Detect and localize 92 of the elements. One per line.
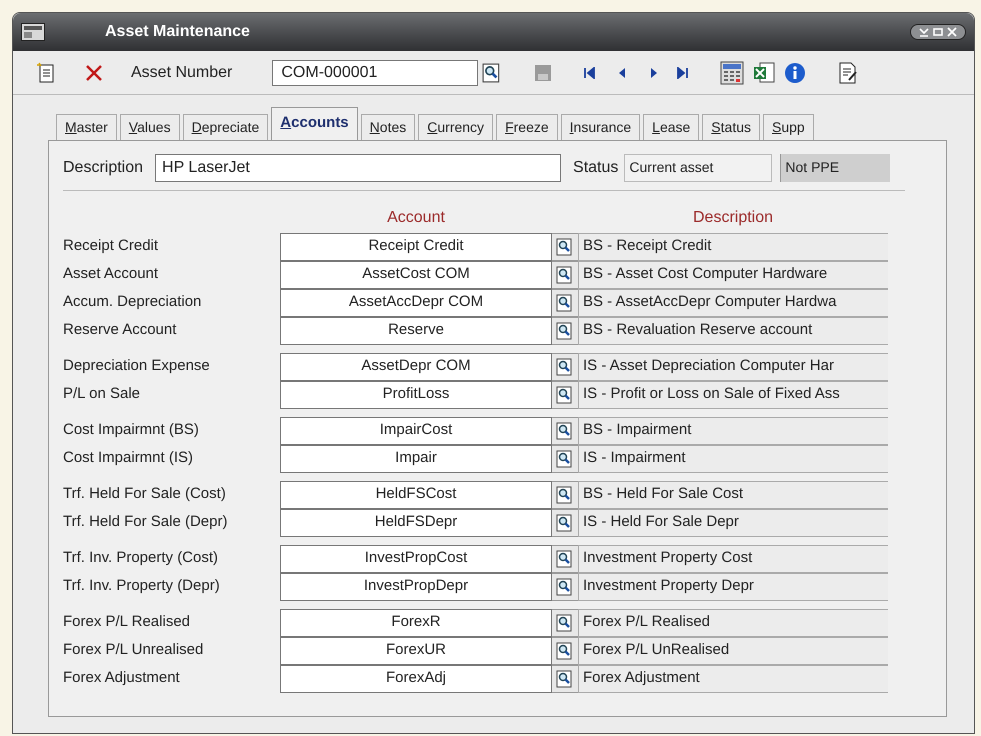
lookup-icon[interactable] [556, 550, 574, 568]
account-field[interactable]: AssetDepr COM [280, 352, 552, 380]
column-header: Description [692, 208, 774, 228]
description-field: BS - Asset Cost Computer Hardware [578, 260, 888, 288]
field-label: Forex Adjustment [63, 668, 181, 688]
lookup-icon[interactable] [556, 670, 574, 688]
tab[interactable]: Depreciate [182, 114, 268, 140]
lookup-icon[interactable] [556, 386, 574, 404]
window-icon[interactable] [21, 23, 45, 41]
close-icon[interactable] [947, 27, 957, 37]
account-field[interactable]: ProfitLoss [280, 380, 552, 408]
restore-icon[interactable] [933, 27, 943, 37]
tab[interactable]: Supp [763, 114, 814, 140]
tab[interactable]: Status [702, 114, 760, 140]
description-field[interactable]: HP LaserJet [155, 154, 562, 182]
field-label: Trf. Held For Sale (Depr) [63, 512, 228, 532]
lookup-icon[interactable] [556, 450, 574, 468]
account-field[interactable]: AssetAccDepr COM [280, 288, 552, 316]
lookup-icon[interactable] [556, 422, 574, 440]
info-icon[interactable] [784, 62, 806, 84]
field-label: Trf. Inv. Property (Depr) [63, 576, 221, 596]
last-record-icon[interactable] [676, 66, 688, 78]
lookup-icon[interactable] [556, 322, 574, 340]
account-field[interactable]: ForexR [280, 608, 552, 636]
asset-number-field[interactable]: COM-000001 [272, 60, 478, 86]
delete-icon[interactable] [85, 64, 103, 82]
account-field[interactable]: HeldFSCost [280, 480, 552, 508]
tab[interactable]: Lease [643, 114, 700, 140]
description-field: Investment Property Cost [578, 544, 888, 572]
description-field: IS - Held For Sale Depr [578, 508, 888, 536]
minimize-icon[interactable] [919, 27, 929, 37]
field-label: Accum. Depreciation [63, 292, 202, 312]
field-label: Reserve Account [63, 320, 178, 340]
first-record-icon[interactable] [584, 66, 596, 78]
account-field[interactable]: ForexAdj [280, 664, 552, 692]
description-field: BS - Held For Sale Cost [578, 480, 888, 508]
account-field[interactable]: InvestPropDepr [280, 572, 552, 600]
account-field[interactable]: ForexUR [280, 636, 552, 664]
notes-icon[interactable] [838, 62, 858, 84]
tab[interactable]: Values [120, 114, 180, 140]
field-label: Trf. Held For Sale (Cost) [63, 484, 227, 504]
lookup-icon[interactable] [556, 266, 574, 284]
account-field[interactable]: AssetCost COM [280, 260, 552, 288]
account-field[interactable]: InvestPropCost [280, 544, 552, 572]
description-field: Forex Adjustment [578, 664, 888, 692]
window-title: Asset Maintenance [105, 22, 250, 42]
account-field[interactable]: HeldFSDepr [280, 508, 552, 536]
lookup-icon[interactable] [556, 578, 574, 596]
field-label: Trf. Inv. Property (Cost) [63, 548, 220, 568]
tab[interactable]: Freeze [496, 114, 558, 140]
field-label: Cost Impairmnt (IS) [63, 448, 194, 468]
lookup-icon[interactable] [556, 642, 574, 660]
lookup-icon[interactable] [556, 294, 574, 312]
status-field: Current asset [624, 154, 772, 182]
asset-number-label: Asset Number [131, 62, 232, 82]
account-field[interactable]: ImpairCost [280, 416, 552, 444]
column-header: Account [386, 208, 446, 228]
status-label: Status [573, 158, 618, 178]
field-label: Asset Account [63, 264, 160, 284]
lookup-icon[interactable] [556, 358, 574, 376]
ppe-field: Not PPE [780, 154, 890, 182]
lookup-icon[interactable] [556, 486, 574, 504]
lookup-icon[interactable] [556, 514, 574, 532]
account-field[interactable]: Reserve [280, 316, 552, 344]
tab[interactable]: Insurance [560, 114, 640, 140]
spreadsheet-export-icon[interactable] [752, 60, 776, 84]
tab[interactable]: Master [56, 114, 117, 140]
field-label: Forex P/L Unrealised [63, 640, 204, 660]
description-label: Description [63, 158, 144, 178]
description-field: Forex P/L UnRealised [578, 636, 888, 664]
account-field[interactable]: Impair [280, 444, 552, 472]
description-field: BS - Receipt Credit [578, 232, 888, 260]
field-label: Cost Impairmnt (BS) [63, 420, 200, 440]
tab[interactable]: Accounts [271, 107, 358, 140]
description-field: BS - Impairment [578, 416, 888, 444]
description-field: BS - Revaluation Reserve account [578, 316, 888, 344]
description-field: BS - AssetAccDepr Computer Hardwa [578, 288, 888, 316]
description-field: Forex P/L Realised [578, 608, 888, 636]
field-label: Forex P/L Realised [63, 612, 192, 632]
calculator-icon[interactable] [720, 60, 744, 84]
field-label: Receipt Credit [63, 236, 160, 256]
lookup-icon[interactable] [556, 614, 574, 632]
field-label: P/L on Sale [63, 384, 141, 404]
description-field: Investment Property Depr [578, 572, 888, 600]
tab[interactable]: Currency [418, 114, 494, 140]
field-label: Depreciation Expense [63, 356, 211, 376]
tab[interactable]: Notes [360, 114, 416, 140]
description-field: IS - Asset Depreciation Computer Har [578, 352, 888, 380]
description-field: IS - Impairment [578, 444, 888, 472]
account-field[interactable]: Receipt Credit [280, 232, 552, 260]
description-field: IS - Profit or Loss on Sale of Fixed Ass [578, 380, 888, 408]
lookup-icon[interactable] [556, 238, 574, 256]
